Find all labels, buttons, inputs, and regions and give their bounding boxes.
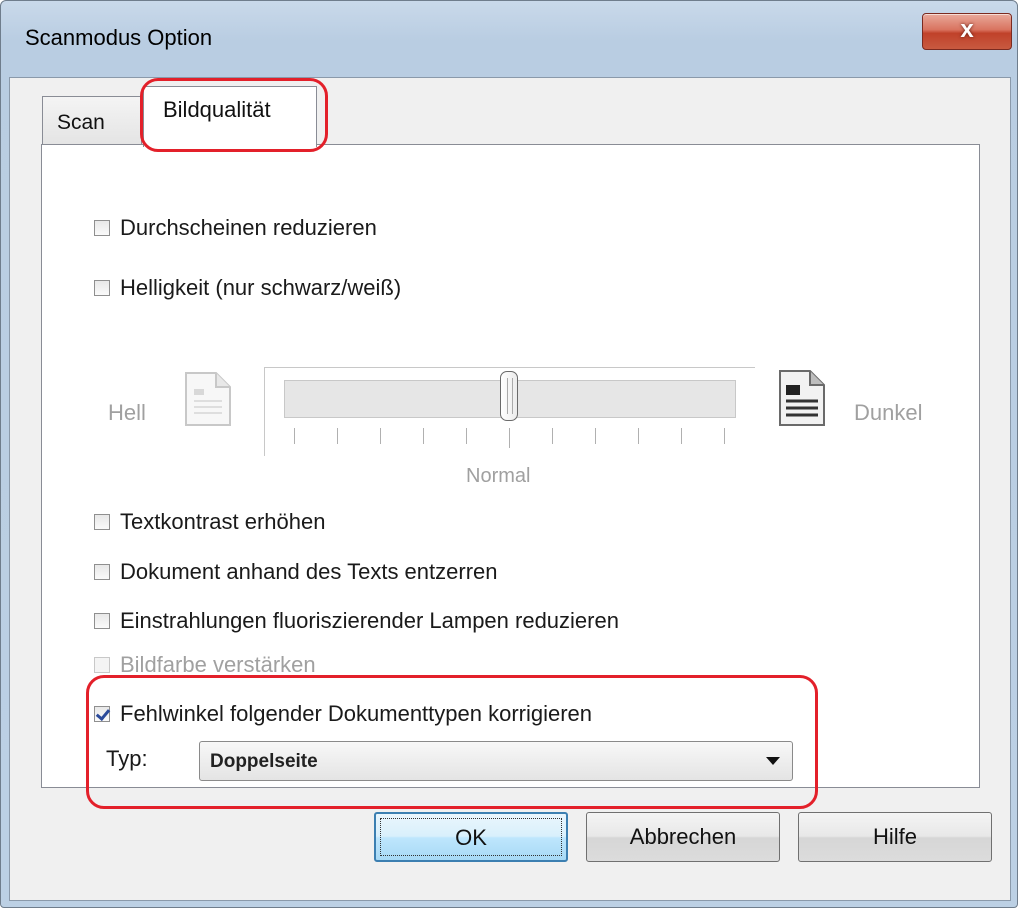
textkontrast-checkbox[interactable] xyxy=(94,514,110,530)
option-helligkeit[interactable]: Helligkeit (nur schwarz/weiß) xyxy=(94,275,401,301)
slider-tick xyxy=(509,428,510,448)
light-document-icon xyxy=(185,372,231,426)
slider-tick xyxy=(380,428,381,444)
dialog-client-area: Scan Bildqualität Durchscheinen reduzier… xyxy=(9,77,1011,901)
window-title: Scanmodus Option xyxy=(25,25,213,50)
option-entzerren[interactable]: Dokument anhand des Texts entzerren xyxy=(94,559,498,585)
slider-tick xyxy=(552,428,553,444)
tab-panel-bildqualitaet: Durchscheinen reduzieren Helligkeit (nur… xyxy=(41,144,980,809)
cancel-button-label: Abbrechen xyxy=(629,824,737,849)
dialog-window: Scanmodus Option x Scan Bildqualität Dur… xyxy=(0,0,1018,908)
option-textkontrast[interactable]: Textkontrast erhöhen xyxy=(94,509,325,535)
type-highlight-annotation xyxy=(86,675,818,809)
close-button[interactable]: x xyxy=(922,13,1012,50)
lampen-label: Einstrahlungen fluoriszierender Lampen r… xyxy=(120,608,619,633)
slider-tick xyxy=(466,428,467,444)
slider-tick xyxy=(681,428,682,444)
option-lampen[interactable]: Einstrahlungen fluoriszierender Lampen r… xyxy=(94,608,619,634)
tab-highlight-annotation xyxy=(140,78,328,152)
brightness-slider-thumb[interactable] xyxy=(500,371,518,421)
slider-tick xyxy=(595,428,596,444)
slider-tick xyxy=(337,428,338,444)
help-button-label: Hilfe xyxy=(872,824,917,849)
slider-tick xyxy=(423,428,424,444)
help-button[interactable]: Hilfe xyxy=(798,812,992,862)
ok-focus-rect xyxy=(380,818,562,856)
slider-tick xyxy=(294,428,295,444)
cancel-button[interactable]: Abbrechen xyxy=(586,812,780,862)
tab-scan[interactable]: Scan xyxy=(42,96,142,145)
durchscheinen-label: Durchscheinen reduzieren xyxy=(120,215,377,240)
title-bar[interactable]: Scanmodus Option x xyxy=(1,1,1017,77)
close-icon: x xyxy=(960,16,974,43)
helligkeit-checkbox[interactable] xyxy=(94,280,110,296)
durchscheinen-checkbox[interactable] xyxy=(94,220,110,236)
helligkeit-label: Helligkeit (nur schwarz/weiß) xyxy=(120,275,402,300)
entzerren-checkbox[interactable] xyxy=(94,564,110,580)
bildfarbe-checkbox xyxy=(94,657,110,673)
ok-button[interactable]: OK xyxy=(374,812,568,862)
lampen-checkbox[interactable] xyxy=(94,613,110,629)
dark-document-icon xyxy=(779,370,825,426)
slider-tick xyxy=(638,428,639,444)
option-durchscheinen[interactable]: Durchscheinen reduzieren xyxy=(94,215,377,241)
textkontrast-label: Textkontrast erhöhen xyxy=(120,509,326,534)
brightness-normal-label: Normal xyxy=(466,465,531,487)
tab-scan-label: Scan xyxy=(57,111,105,134)
brightness-light-label: Hell xyxy=(108,400,146,425)
entzerren-label: Dokument anhand des Texts entzerren xyxy=(120,559,498,584)
slider-tick xyxy=(724,428,725,444)
brightness-dark-label: Dunkel xyxy=(854,400,923,425)
